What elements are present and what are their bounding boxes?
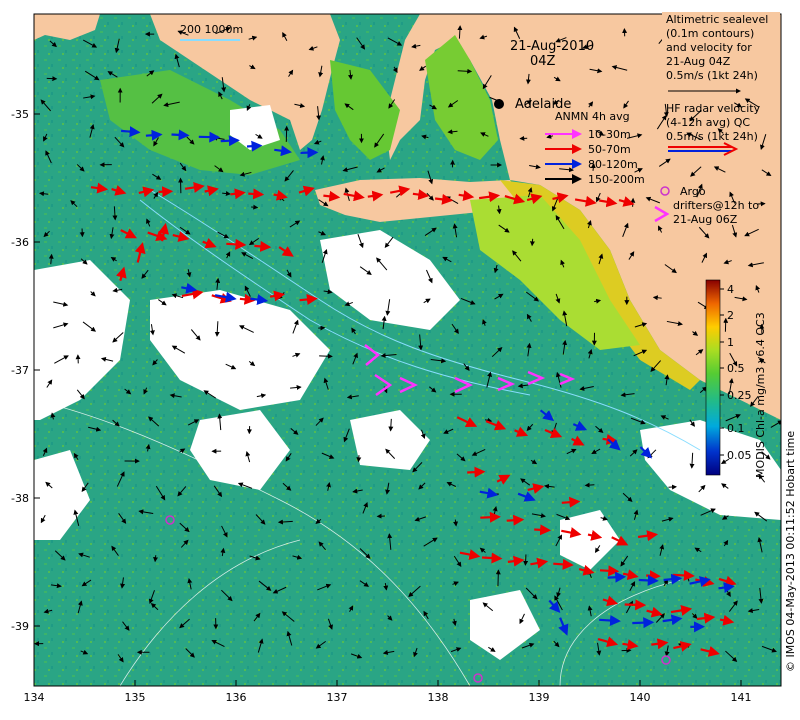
anmn-vector-red xyxy=(254,240,272,252)
anmn-vector-red xyxy=(534,524,552,536)
altimetry-vector xyxy=(319,353,333,359)
y-tick-label: -37 xyxy=(11,364,29,377)
colorbar-tick-label: 0.5 xyxy=(727,362,745,375)
anmn-vector-blue xyxy=(171,129,190,141)
colorbar-gradient xyxy=(705,279,721,476)
altimetry-vector xyxy=(153,555,159,563)
anmn-vector-red xyxy=(624,599,647,611)
x-tick-label: 141 xyxy=(731,691,752,704)
colorbar-tick-label: 2 xyxy=(727,309,734,322)
altimetry-legend: Altimetric sealevel (0.1m contours) and … xyxy=(662,12,780,94)
anmn-vector-red xyxy=(480,511,501,523)
x-tick-label: 137 xyxy=(327,691,348,704)
alt-legend-line-5: 0.5m/s (1kt 24h) xyxy=(666,69,758,82)
hf-legend-line-3: 0.5m/s (1kt 24h) xyxy=(666,130,758,143)
anmn-vector-blue xyxy=(638,574,659,586)
y-tick-label: -39 xyxy=(11,620,29,633)
ocean-map: 200 1000m 21-Aug-2010 04Z Adelaide Altim… xyxy=(11,12,797,704)
anmn-vector-blue xyxy=(599,614,621,626)
argo-legend-line-2: drifters@12h to xyxy=(673,199,759,212)
anmn-vector-red xyxy=(248,188,265,200)
x-tick-label: 138 xyxy=(428,691,449,704)
adelaide-marker xyxy=(494,99,504,109)
alt-legend-line-2: (0.1m contours) xyxy=(666,27,754,40)
anmn-vector-red xyxy=(599,565,620,577)
altimetry-vector xyxy=(457,68,473,74)
altimetry-vector xyxy=(529,238,535,247)
colorbar-tick-label: 4 xyxy=(727,283,734,296)
anmn-vector-red xyxy=(561,496,581,508)
date-label: 21-Aug-2010 xyxy=(510,39,594,54)
anmn-label-3: 80-120m xyxy=(588,158,638,171)
altimetry-vector xyxy=(523,554,529,566)
hf-legend-line-1: HF radar velocity xyxy=(666,102,761,115)
colorbar-tick-label: 0.05 xyxy=(727,449,752,462)
colorbar-tick-label: 0.1 xyxy=(727,422,745,435)
anmn-vector-red xyxy=(506,514,525,526)
anmn-vector-red xyxy=(646,570,661,582)
anmn-vector-red xyxy=(481,552,503,564)
altimetry-vector xyxy=(584,482,595,488)
scale-label: 200 1000m xyxy=(180,23,243,36)
alt-legend-line-4: 21-Aug 04Z xyxy=(666,55,731,68)
anmn-label-1: 10-30m xyxy=(588,128,631,141)
y-tick-label: -36 xyxy=(11,236,29,249)
anmn-vector-blue xyxy=(121,126,141,138)
x-tick-label: 140 xyxy=(630,691,651,704)
anmn-legend-title: ANMN 4h avg xyxy=(555,110,630,123)
hf-legend-line-2: (4-12h avg) QC xyxy=(666,116,750,129)
alt-legend-line-1: Altimetric sealevel xyxy=(666,13,768,26)
colorbar-tick-label: 1 xyxy=(727,336,734,349)
x-tick-label: 135 xyxy=(125,691,146,704)
anmn-vector-blue xyxy=(607,571,627,583)
anmn-vector-red xyxy=(553,558,574,570)
anmn-vector-red xyxy=(467,466,486,478)
argo-legend-line-1: Argo xyxy=(680,185,706,198)
y-tick-label: -38 xyxy=(11,492,29,505)
altimetry-vector xyxy=(388,418,394,432)
x-tick-label: 136 xyxy=(226,691,247,704)
anmn-vector-blue xyxy=(632,617,655,629)
altimetry-vector xyxy=(251,204,259,210)
x-tick-label: 139 xyxy=(529,691,550,704)
anmn-vector-red xyxy=(672,569,695,581)
anmn-vector-blue xyxy=(198,131,221,143)
y-tick-label: -35 xyxy=(11,108,29,121)
anmn-vector-blue xyxy=(145,129,163,141)
altimetry-vector xyxy=(457,25,463,39)
anmn-vector-blue xyxy=(300,147,319,159)
anmn-vector-red xyxy=(158,186,174,198)
anmn-label-2: 50-70m xyxy=(588,143,631,156)
anmn-vector-blue xyxy=(220,135,240,147)
colorbar-label: MODIS Chl-a mg/m3 v6.4 OC3 xyxy=(754,312,767,478)
anmn-label-4: 150-200m xyxy=(588,173,645,186)
credit-label: © IMOS 04-May-2013 00:11:52 Hobart time xyxy=(784,431,797,672)
anmn-vector-red xyxy=(226,238,247,250)
time-label: 04Z xyxy=(530,54,556,69)
alt-legend-line-3: and velocity for xyxy=(666,41,752,54)
x-tick-label: 134 xyxy=(24,691,45,704)
argo-legend-line-3: 21-Aug 06Z xyxy=(673,213,738,226)
colorbar-tick-label: 0.25 xyxy=(727,389,752,402)
anmn-vector-blue xyxy=(246,140,263,152)
